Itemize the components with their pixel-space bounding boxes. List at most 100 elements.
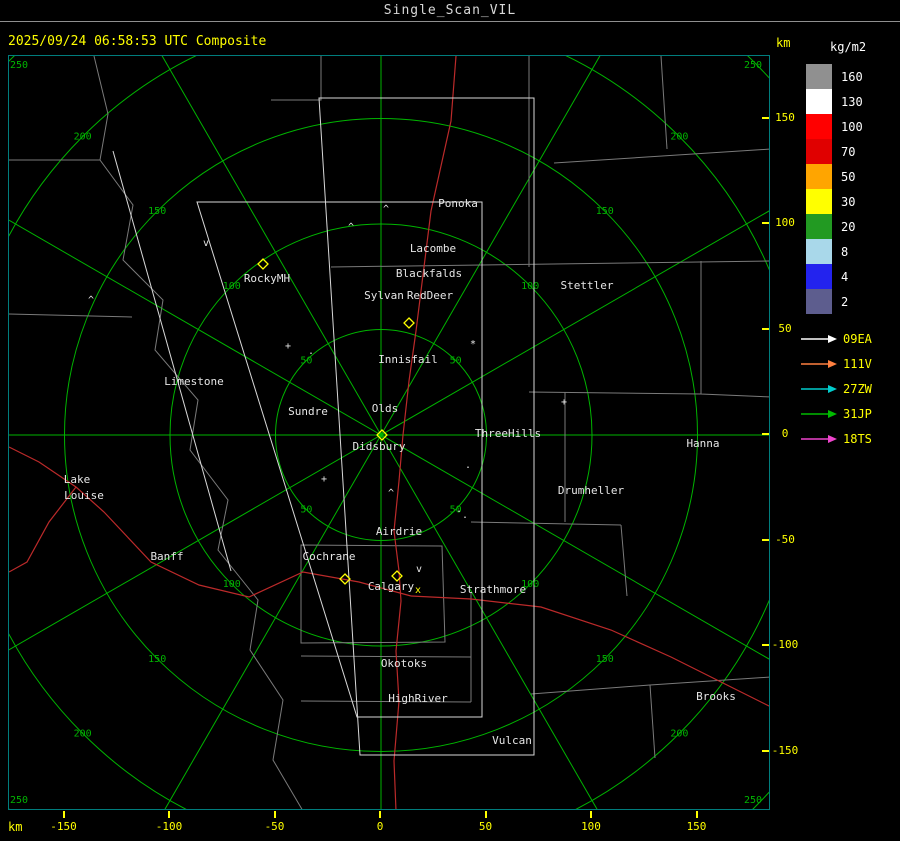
x-axis-label: 50 [478, 820, 493, 833]
county-boundary [660, 56, 668, 150]
city-label: Ponoka [438, 197, 478, 210]
color-swatch [806, 114, 832, 139]
storm-marker: . [462, 510, 468, 521]
x-axis-tick [379, 811, 381, 818]
city-label: Sundre [288, 405, 328, 418]
color-scale-value: 100 [841, 119, 863, 134]
city-label: Olds [372, 402, 399, 415]
county-boundary [528, 391, 702, 395]
city-label: Drumheller [558, 484, 625, 497]
radar-scan-outline [112, 150, 232, 572]
city-label: Louise [64, 489, 104, 502]
city-label: Sylvan [364, 289, 404, 302]
color-scale-row: 8 [800, 239, 900, 264]
x-axis-tick [590, 811, 592, 818]
radar-plot[interactable]: 50 50 50 50 100 100 100 100 150 150 150 150 200 200 20… [8, 55, 770, 810]
ring-distance-label: 50 [300, 355, 312, 366]
ring-distance-label: 150 [596, 206, 614, 217]
radar-legend-row: 111V [800, 351, 900, 376]
color-swatch [806, 89, 832, 114]
city-label: Innisfail [378, 353, 438, 366]
radar-arrow-icon [801, 409, 837, 418]
county-boundary [700, 261, 769, 398]
color-scale-row: 30 [800, 189, 900, 214]
radar-id: 31JP [843, 406, 872, 421]
ring-distance-label: 100 [521, 281, 539, 292]
storm-marker: + [285, 341, 291, 352]
color-scale-value: 8 [841, 244, 849, 259]
color-scale-value: 4 [841, 269, 849, 284]
storm-marker: ^ [388, 488, 394, 499]
radar-site-marker [403, 317, 415, 329]
county-boundary [553, 148, 769, 164]
ring-distance-label: 150 [596, 654, 614, 665]
km-unit-bottom: km [8, 820, 23, 834]
color-swatch [806, 264, 832, 289]
color-scale-value: 30 [841, 194, 856, 209]
window-title-bar: Single_Scan_VIL [0, 0, 900, 22]
ring-distance-label: 200 [670, 728, 688, 739]
radar-list: 09EA 111V 27ZW 31JP 18TS [800, 326, 900, 451]
radar-legend-row: 27ZW [800, 376, 900, 401]
radar-arrow-icon [801, 384, 837, 393]
y-axis-label: -50 [775, 532, 795, 546]
color-scale-value: 50 [841, 169, 856, 184]
window-title: Single_Scan_VIL [383, 3, 517, 18]
x-axis-label: -150 [50, 820, 77, 833]
color-scale-row: 2 [800, 289, 900, 314]
color-scale-value: 2 [841, 294, 849, 309]
color-scale-value: 70 [841, 144, 856, 159]
y-axis-label: -150 [771, 743, 799, 757]
x-axis-tick [484, 811, 487, 818]
timestamp-label: 2025/09/24 06:58:53 UTC Composite [8, 34, 267, 49]
y-axis-label: -100 [771, 638, 799, 651]
x-axis-tick [695, 811, 698, 818]
x-axis-tick [168, 811, 170, 818]
ring-distance-label: 250 [744, 60, 762, 71]
radar-legend-row: 31JP [800, 401, 900, 426]
km-unit-top: km [776, 36, 791, 50]
color-swatch [806, 289, 832, 314]
county-boundary [620, 524, 628, 597]
y-axis-label: 150 [775, 110, 795, 124]
x-axis-label: 150 [686, 820, 707, 833]
radar-arrow-icon [801, 434, 837, 443]
x-axis-label: 100 [581, 820, 601, 833]
ring-distance-label: 50 [450, 355, 462, 366]
color-scale-row: 100 [800, 114, 900, 139]
radar-arrow-icon [801, 359, 837, 368]
storm-marker: + [561, 397, 567, 408]
city-label: Airdrie [376, 525, 422, 538]
city-label: ThreeHills [475, 427, 541, 440]
color-swatch [806, 64, 832, 89]
radar-map-svg[interactable]: 50 5050 50100 100100 100150 150150 150200 20020… [9, 56, 770, 810]
y-axis-label: 0 [781, 427, 789, 440]
ring-distance-label: 250 [744, 795, 762, 806]
ring-distance-label: 250 [10, 60, 28, 71]
color-scale-value: 20 [841, 219, 856, 234]
radar-legend-row: 09EA [800, 326, 900, 351]
city-label: RockyMH [244, 272, 290, 285]
color-scale-row: 70 [800, 139, 900, 164]
color-scale-row: 4 [800, 264, 900, 289]
color-scale-value: 160 [841, 69, 863, 84]
x-axis-tick [62, 811, 65, 818]
color-scale-value: 130 [841, 94, 863, 109]
x-axis-label: -100 [155, 820, 183, 833]
storm-marker: * [470, 339, 476, 350]
color-swatch [806, 214, 832, 239]
city-label: Okotoks [381, 657, 427, 670]
ring-distance-label: 200 [74, 132, 92, 143]
city-label: RedDeer [407, 289, 454, 302]
city-label: Stettler [561, 279, 614, 292]
storm-marker: v [203, 238, 209, 249]
color-swatch [806, 164, 832, 189]
city-label: Limestone [164, 375, 224, 388]
color-scale: 160 130 100 70 50 30 20 8 4 2 [800, 64, 900, 314]
city-label: Vulcan [492, 734, 532, 747]
ring-distance-label: 100 [223, 579, 241, 590]
x-axis-label: 0 [376, 820, 384, 833]
ring-distance-label: 200 [670, 132, 688, 143]
ring-distance-label: 250 [10, 795, 28, 806]
city-label: HighRiver [388, 692, 448, 705]
